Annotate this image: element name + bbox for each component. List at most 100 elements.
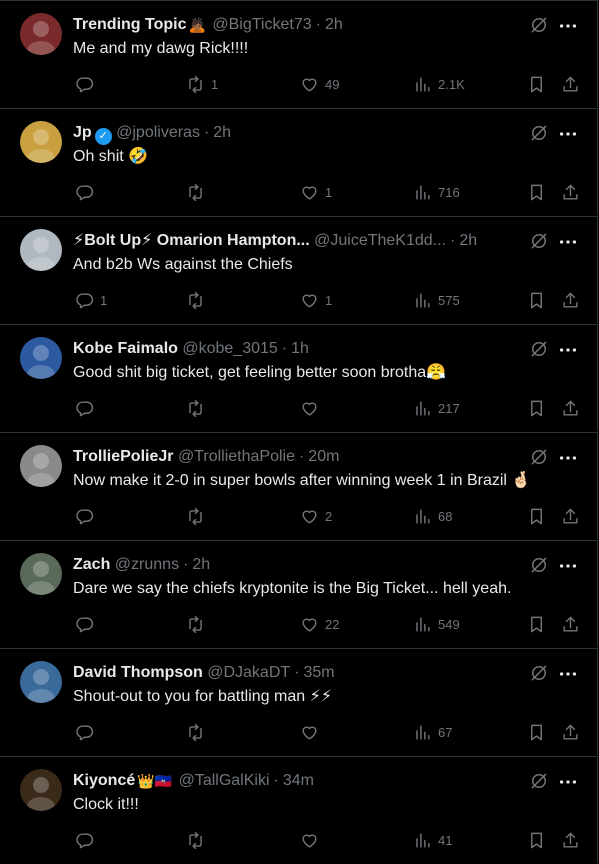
timestamp[interactable]: 2h [459, 232, 477, 249]
user-handle[interactable]: @kobe_3015 [182, 340, 277, 357]
user-handle[interactable]: @BigTicket73 [212, 16, 311, 33]
more-icon[interactable] [557, 663, 579, 683]
share-button[interactable] [561, 612, 580, 636]
share-button[interactable] [561, 180, 580, 204]
user-handle[interactable]: @TrolliethaPolie [178, 448, 295, 465]
tweet[interactable]: Zach @zrunns · 2h Dare we say the chiefs kr… [0, 540, 598, 647]
views-button[interactable]: 68 [413, 504, 452, 528]
more-icon[interactable] [557, 555, 579, 575]
tweet[interactable]: Kiyoncé 👑🇭🇹 @TallGalKiki · 34m Clock it!!! 41 [0, 756, 598, 863]
timestamp[interactable]: 34m [283, 772, 314, 789]
display-name[interactable]: TrolliePolieJr [73, 448, 173, 465]
user-handle[interactable]: @DJakaDT [207, 664, 290, 681]
grok-icon[interactable] [529, 555, 549, 575]
views-button[interactable]: 716 [413, 180, 460, 204]
bookmark-button[interactable] [527, 720, 546, 744]
grok-icon[interactable] [529, 339, 549, 359]
reply-button[interactable] [75, 396, 100, 420]
avatar[interactable] [20, 13, 62, 55]
user-handle[interactable]: @TallGalKiki [179, 772, 270, 789]
timestamp[interactable]: 2h [192, 556, 210, 573]
more-icon[interactable] [557, 123, 579, 143]
grok-icon[interactable] [529, 771, 549, 791]
like-button[interactable] [300, 396, 325, 420]
tweet[interactable]: Trending Topic 🙇🏾 @BigTicket73 · 2h Me and m… [0, 0, 598, 107]
reply-button[interactable]: 1 [75, 288, 107, 312]
timestamp[interactable]: 2h [325, 16, 343, 33]
tweet[interactable]: Kobe Faimalo @kobe_3015 · 1h Good shit big … [0, 324, 598, 431]
views-button[interactable]: 67 [413, 720, 452, 744]
like-button[interactable]: 1 [300, 180, 332, 204]
share-button[interactable] [561, 828, 580, 852]
like-button[interactable]: 2 [300, 504, 332, 528]
display-name[interactable]: David Thompson [73, 664, 203, 681]
views-button[interactable]: 575 [413, 288, 460, 312]
bookmark-button[interactable] [527, 288, 546, 312]
bookmark-button[interactable] [527, 72, 546, 96]
repost-button[interactable] [186, 720, 211, 744]
reply-button[interactable] [75, 504, 100, 528]
repost-button[interactable] [186, 612, 211, 636]
avatar[interactable] [20, 229, 62, 271]
repost-button[interactable] [186, 396, 211, 420]
grok-icon[interactable] [529, 15, 549, 35]
timestamp[interactable]: 1h [291, 340, 309, 357]
repost-button[interactable] [186, 828, 211, 852]
user-handle[interactable]: @JuiceTheK1dd... [314, 232, 446, 249]
avatar[interactable] [20, 121, 62, 163]
like-button[interactable] [300, 720, 325, 744]
tweet[interactable]: Jp ✓ @jpoliveras · 2h Oh shit 🤣 1 716 [0, 108, 598, 215]
display-name[interactable]: Trending Topic [73, 16, 186, 33]
reply-button[interactable] [75, 828, 100, 852]
bookmark-button[interactable] [527, 828, 546, 852]
bookmark-button[interactable] [527, 504, 546, 528]
grok-icon[interactable] [529, 231, 549, 251]
tweet[interactable]: ⚡Bolt Up⚡ Omarion Hampton... @JuiceTheK1… [0, 216, 598, 323]
repost-button[interactable] [186, 288, 211, 312]
grok-icon[interactable] [529, 447, 549, 467]
avatar[interactable] [20, 445, 62, 487]
like-button[interactable]: 1 [300, 288, 332, 312]
reply-button[interactable] [75, 720, 100, 744]
timestamp[interactable]: 35m [303, 664, 334, 681]
like-button[interactable] [300, 828, 325, 852]
views-button[interactable]: 549 [413, 612, 460, 636]
reply-button[interactable] [75, 612, 100, 636]
more-icon[interactable] [557, 15, 579, 35]
share-button[interactable] [561, 504, 580, 528]
grok-icon[interactable] [529, 663, 549, 683]
avatar[interactable] [20, 769, 62, 811]
timestamp[interactable]: 2h [213, 124, 231, 141]
more-icon[interactable] [557, 771, 579, 791]
views-button[interactable]: 41 [413, 828, 452, 852]
reply-button[interactable] [75, 72, 100, 96]
more-icon[interactable] [557, 447, 579, 467]
reply-button[interactable] [75, 180, 100, 204]
more-icon[interactable] [557, 231, 579, 251]
repost-button[interactable]: 1 [186, 72, 218, 96]
share-button[interactable] [561, 720, 580, 744]
more-icon[interactable] [557, 339, 579, 359]
user-handle[interactable]: @zrunns [115, 556, 179, 573]
views-button[interactable]: 2.1K [413, 72, 465, 96]
user-handle[interactable]: @jpoliveras [116, 124, 200, 141]
display-name[interactable]: Zach [73, 556, 110, 573]
timestamp[interactable]: 20m [308, 448, 339, 465]
tweet[interactable]: David Thompson @DJakaDT · 35m Shout-out to … [0, 648, 598, 755]
views-button[interactable]: 217 [413, 396, 460, 420]
bookmark-button[interactable] [527, 396, 546, 420]
share-button[interactable] [561, 72, 580, 96]
like-button[interactable]: 49 [300, 72, 339, 96]
grok-icon[interactable] [529, 123, 549, 143]
like-button[interactable]: 22 [300, 612, 339, 636]
display-name[interactable]: ⚡Bolt Up⚡ Omarion Hampton... [73, 232, 310, 249]
repost-button[interactable] [186, 180, 211, 204]
tweet[interactable]: TrolliePolieJr @TrolliethaPolie · 20m Now m… [0, 432, 598, 539]
display-name[interactable]: Kobe Faimalo [73, 340, 178, 357]
avatar[interactable] [20, 553, 62, 595]
share-button[interactable] [561, 288, 580, 312]
avatar[interactable] [20, 337, 62, 379]
bookmark-button[interactable] [527, 612, 546, 636]
repost-button[interactable] [186, 504, 211, 528]
display-name[interactable]: Jp [73, 124, 92, 141]
